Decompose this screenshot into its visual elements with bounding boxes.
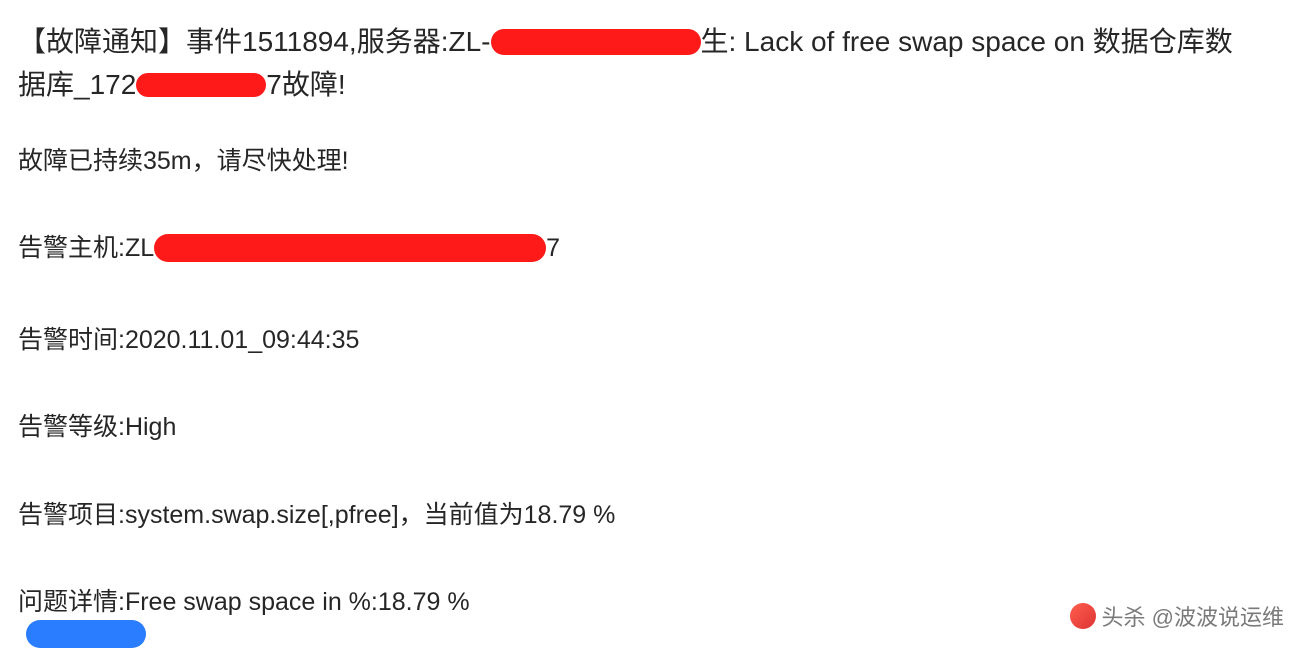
title-line2a: 据库_172	[18, 69, 136, 100]
alert-title: 【故障通知】事件1511894,服务器:ZL- 生: Lack of free s…	[18, 20, 1296, 107]
partial-button	[26, 620, 146, 648]
host-suffix: 7	[546, 234, 560, 262]
redaction-host	[154, 234, 546, 262]
host-line: 告警主机:ZL 7	[18, 230, 1296, 268]
title-prefix: 【故障通知】事件1511894,服务器:ZL-	[18, 26, 491, 57]
duration-line: 故障已持续35m，请尽快处理!	[18, 143, 1296, 181]
redaction-db	[136, 73, 266, 97]
host-label: 告警主机:ZL	[18, 234, 154, 262]
watermark-text: 头杀 @波波说运维	[1102, 600, 1284, 632]
level-line: 告警等级:High	[18, 409, 1296, 447]
title-line2b: 7故障!	[266, 69, 345, 100]
title-mid1: 生: Lack of free swap space on 数据仓库数	[701, 26, 1233, 57]
time-line: 告警时间:2020.11.01_09:44:35	[18, 322, 1296, 360]
redaction-server	[491, 29, 701, 55]
item-line: 告警项目:system.swap.size[,pfree]，当前值为18.79 …	[18, 497, 1296, 535]
watermark: 头杀 @波波说运维	[1070, 600, 1284, 632]
avatar-icon	[1070, 603, 1096, 629]
